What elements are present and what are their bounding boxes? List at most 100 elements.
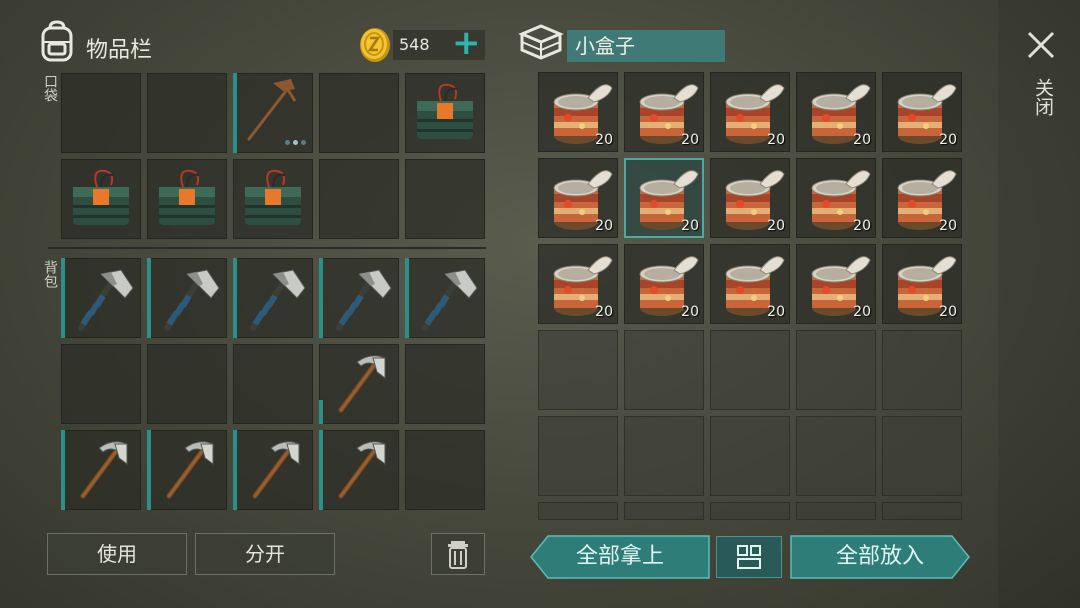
- backpack-slot-9[interactable]: [319, 344, 399, 424]
- backpack-slot-7[interactable]: [147, 344, 227, 424]
- pocket-slot-4[interactable]: [319, 73, 399, 153]
- item-count: 20: [681, 304, 699, 320]
- container-slot-15[interactable]: 20: [882, 244, 962, 324]
- pickaxe-icon: [233, 430, 313, 510]
- coin-icon: [360, 28, 390, 62]
- backpack-slot-4[interactable]: [319, 258, 399, 338]
- pocket-slot-2[interactable]: [147, 73, 227, 153]
- container-slot-7[interactable]: 20: [624, 158, 704, 238]
- pickaxe-icon: [61, 430, 141, 510]
- trash-button[interactable]: [431, 533, 485, 575]
- container-slot-3[interactable]: 20: [710, 72, 790, 152]
- hatchet-icon: [61, 258, 141, 338]
- box-icon: [518, 24, 564, 60]
- container-slot-24[interactable]: [796, 416, 876, 496]
- pocket-slot-8[interactable]: [233, 159, 313, 239]
- backpack-slot-5[interactable]: [405, 258, 485, 338]
- backpack-slot-14[interactable]: [319, 430, 399, 510]
- c4-explosive-icon: [416, 83, 474, 140]
- container-slot-8[interactable]: 20: [710, 158, 790, 238]
- item-count: 20: [767, 304, 785, 320]
- take-all-button[interactable]: 全部拿上: [530, 535, 710, 579]
- backpack-slot-12[interactable]: [147, 430, 227, 510]
- item-count: 20: [767, 132, 785, 148]
- container-slot-4[interactable]: 20: [796, 72, 876, 152]
- backpack-slot-15[interactable]: [405, 430, 485, 510]
- item-count: 20: [939, 218, 957, 234]
- backpack-slot-11[interactable]: [61, 430, 141, 510]
- inventory-title: 物品栏: [86, 38, 153, 63]
- container-slot-21[interactable]: [538, 416, 618, 496]
- container-slot-2[interactable]: 20: [624, 72, 704, 152]
- sort-button[interactable]: [716, 536, 782, 578]
- container-slot-19[interactable]: [796, 330, 876, 410]
- close-label[interactable]: 关闭: [1028, 78, 1054, 116]
- backpack-slot-3[interactable]: [233, 258, 313, 338]
- c4-explosive-icon: [158, 169, 216, 226]
- split-button[interactable]: 分开: [195, 533, 335, 575]
- container-slot-22[interactable]: [624, 416, 704, 496]
- sort-icon: [737, 545, 761, 569]
- pocket-slot-7[interactable]: [147, 159, 227, 239]
- pocket-slot-10[interactable]: [405, 159, 485, 239]
- container-slot-16[interactable]: [538, 330, 618, 410]
- container-slot-6[interactable]: 20: [538, 158, 618, 238]
- pocket-slot-1[interactable]: [61, 73, 141, 153]
- item-count: 20: [595, 304, 613, 320]
- container-slot-18[interactable]: [710, 330, 790, 410]
- close-icon[interactable]: [1024, 28, 1058, 62]
- container-slot-1[interactable]: 20: [538, 72, 618, 152]
- container-slot-25[interactable]: [882, 416, 962, 496]
- container-slot-10[interactable]: 20: [882, 158, 962, 238]
- pickaxe-icon: [319, 344, 399, 424]
- container-slot-11[interactable]: 20: [538, 244, 618, 324]
- coin-amount: 548: [399, 35, 430, 54]
- container-name-field[interactable]: 小盒子: [567, 30, 725, 62]
- item-count: 20: [939, 132, 957, 148]
- backpack-slot-6[interactable]: [61, 344, 141, 424]
- backpack-icon: [41, 20, 73, 62]
- container-slot-17[interactable]: [624, 330, 704, 410]
- item-count: 20: [939, 304, 957, 320]
- item-count: 20: [681, 132, 699, 148]
- hatchet-icon: [233, 258, 313, 338]
- container-slot-26[interactable]: [538, 502, 618, 520]
- container-slot-5[interactable]: 20: [882, 72, 962, 152]
- section-divider: [48, 247, 486, 249]
- container-slot-20[interactable]: [882, 330, 962, 410]
- pickaxe-icon: [147, 430, 227, 510]
- container-slot-23[interactable]: [710, 416, 790, 496]
- pocket-slot-6[interactable]: [61, 159, 141, 239]
- page-dots: [285, 140, 306, 145]
- container-slot-12[interactable]: 20: [624, 244, 704, 324]
- put-all-button[interactable]: 全部放入: [790, 535, 970, 579]
- use-button[interactable]: 使用: [47, 533, 187, 575]
- c4-explosive-icon: [244, 169, 302, 226]
- container-slot-29[interactable]: [796, 502, 876, 520]
- container-slot-28[interactable]: [710, 502, 790, 520]
- take-all-label: 全部拿上: [575, 544, 664, 569]
- put-all-label: 全部放入: [835, 544, 924, 569]
- container-slot-30[interactable]: [882, 502, 962, 520]
- add-coins-button[interactable]: +: [452, 26, 481, 60]
- backpack-slot-1[interactable]: [61, 258, 141, 338]
- container-slot-9[interactable]: 20: [796, 158, 876, 238]
- pocket-slot-9[interactable]: [319, 159, 399, 239]
- item-count: 20: [595, 218, 613, 234]
- pickaxe-icon: [319, 430, 399, 510]
- container-slot-13[interactable]: 20: [710, 244, 790, 324]
- backpack-slot-10[interactable]: [405, 344, 485, 424]
- backpack-slot-2[interactable]: [147, 258, 227, 338]
- backpack-slot-13[interactable]: [233, 430, 313, 510]
- trash-icon: [448, 541, 468, 569]
- container-slot-14[interactable]: 20: [796, 244, 876, 324]
- backpack-slot-8[interactable]: [233, 344, 313, 424]
- hatchet-icon: [319, 258, 399, 338]
- hatchet-icon: [147, 258, 227, 338]
- item-count: 20: [681, 218, 699, 234]
- pocket-slot-3[interactable]: [233, 73, 313, 153]
- pocket-slot-5[interactable]: [405, 73, 485, 153]
- container-slot-27[interactable]: [624, 502, 704, 520]
- item-count: 20: [853, 304, 871, 320]
- backpack-label: 背包: [42, 260, 58, 288]
